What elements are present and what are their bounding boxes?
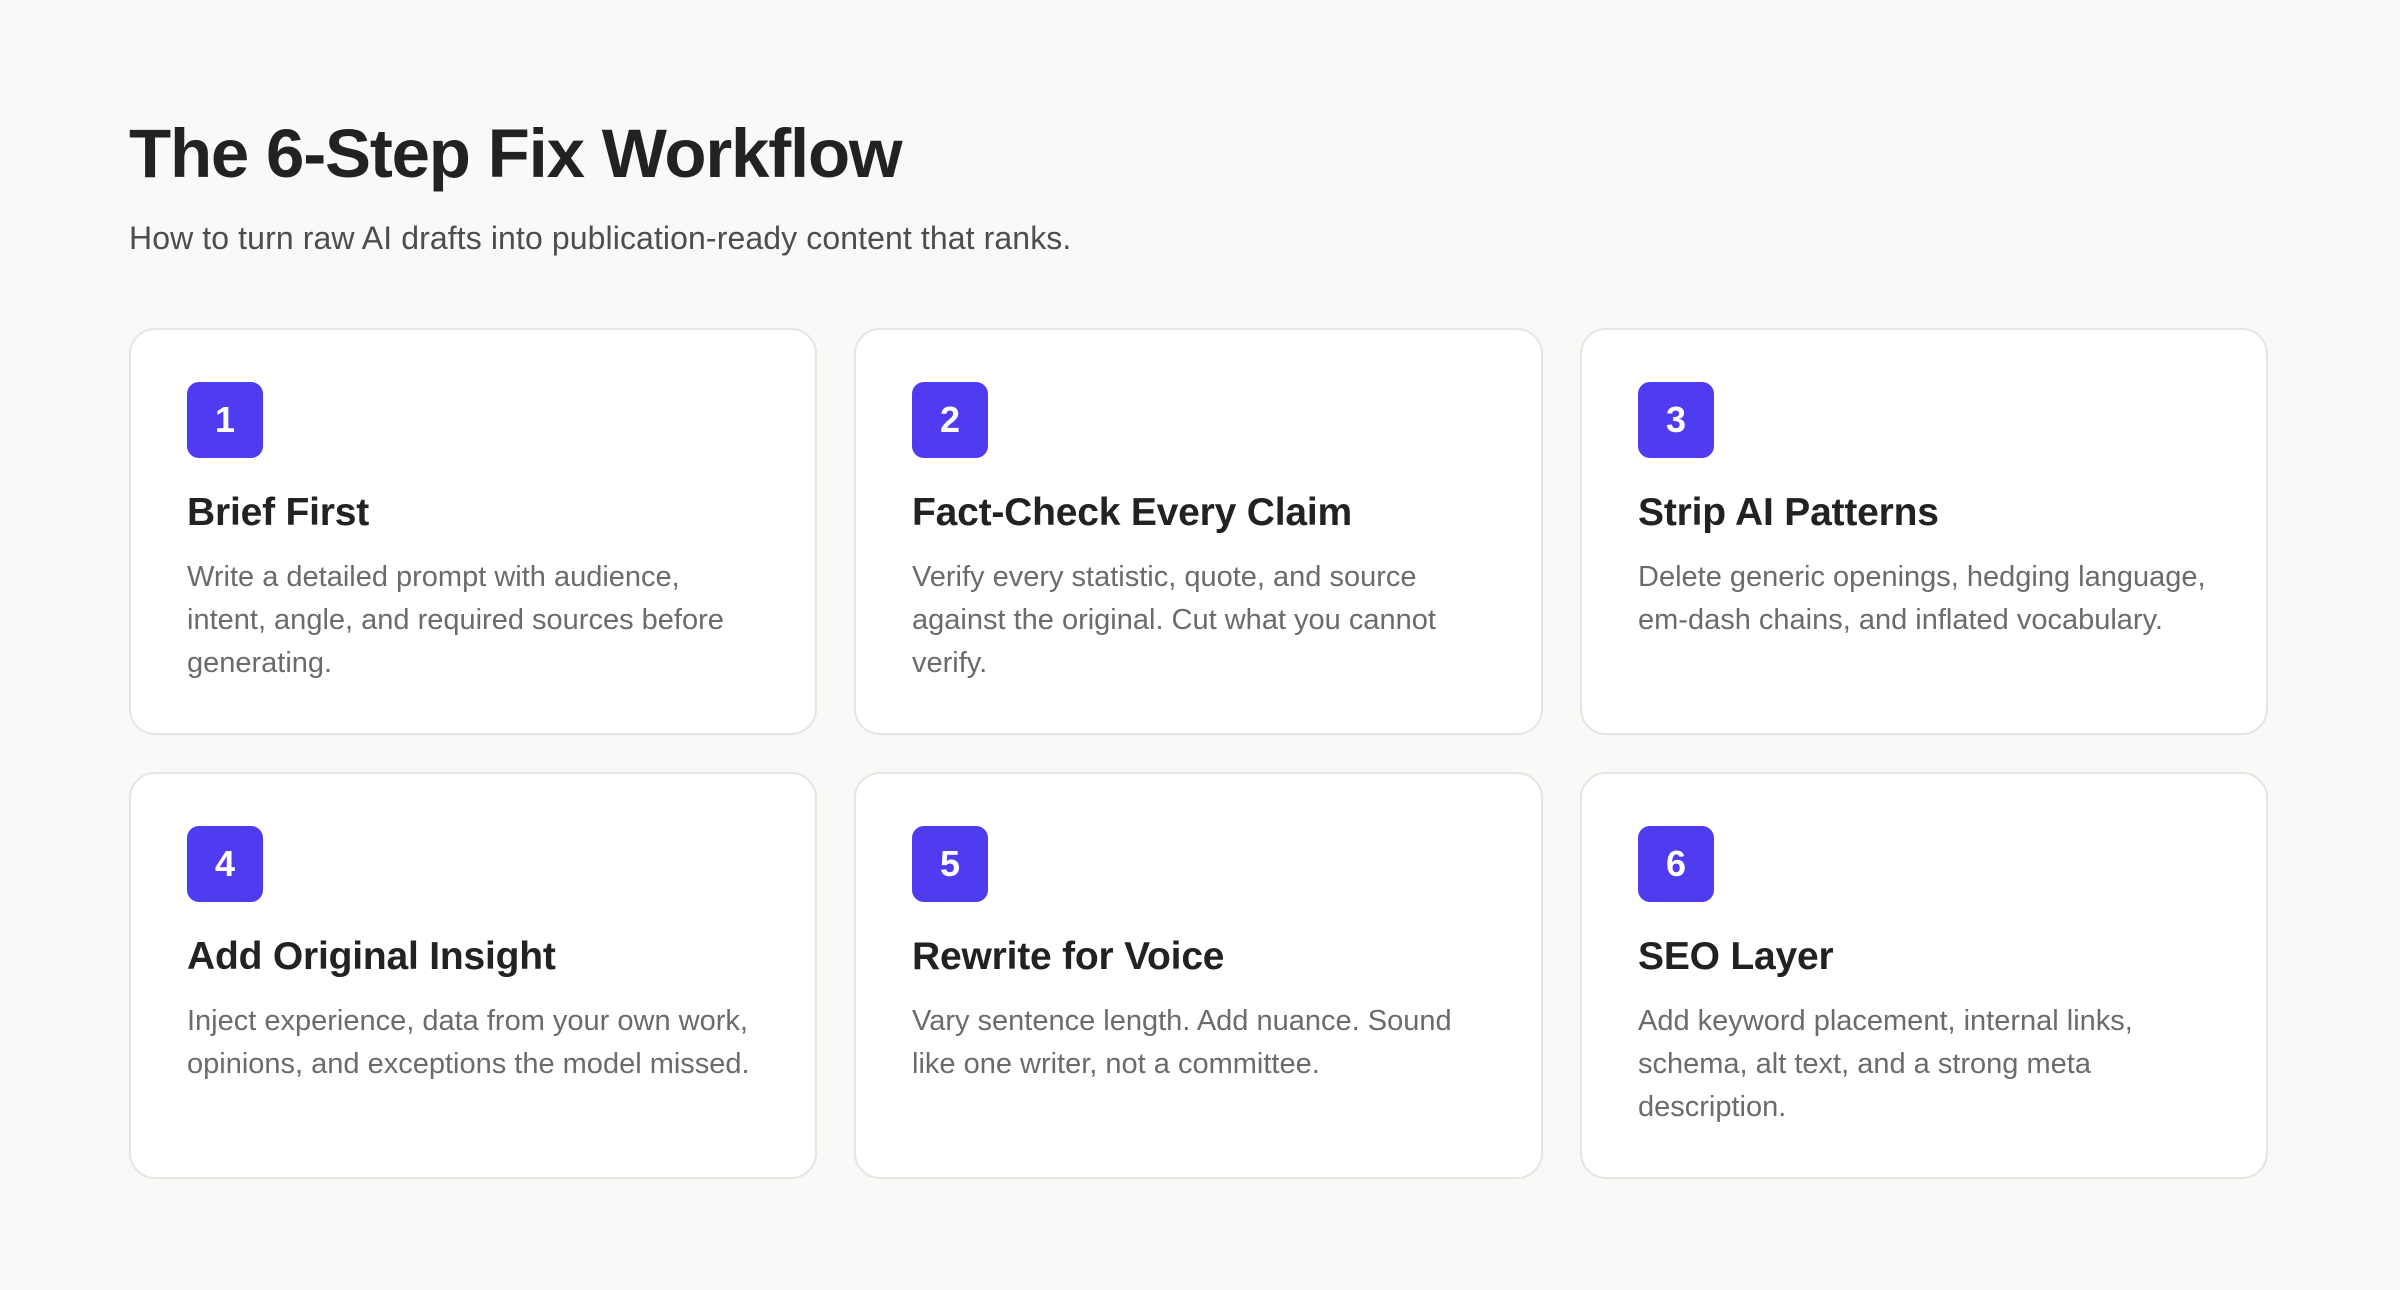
step-description: Write a detailed prompt with audience, i… bbox=[187, 561, 724, 679]
step-title: SEO Layer bbox=[1638, 935, 1834, 978]
step-card-2: 2 Fact-Check Every Claim Verify every st… bbox=[854, 328, 1543, 735]
step-title: Fact-Check Every Claim bbox=[912, 491, 1352, 534]
step-number-badge: 4 bbox=[187, 826, 263, 902]
step-title: Brief First bbox=[187, 491, 370, 534]
step-description: Inject experience, data from your own wo… bbox=[187, 1005, 750, 1080]
step-card-3: 3 Strip AI Patterns Delete generic openi… bbox=[1580, 328, 2268, 735]
step-number-badge: 6 bbox=[1638, 826, 1714, 902]
step-number-badge: 5 bbox=[912, 826, 988, 902]
step-title: Add Original Insight bbox=[187, 935, 556, 978]
step-title: Rewrite for Voice bbox=[912, 935, 1225, 978]
workflow-page: The 6-Step Fix Workflow How to turn raw … bbox=[0, 0, 2400, 1290]
steps-grid: 1 Brief First Write a detailed prompt wi… bbox=[129, 328, 2268, 1179]
step-description: Verify every statistic, quote, and sourc… bbox=[912, 561, 1436, 679]
step-number-badge: 3 bbox=[1638, 382, 1714, 458]
page-title: The 6-Step Fix Workflow bbox=[129, 115, 903, 192]
step-card-6: 6 SEO Layer Add keyword placement, inter… bbox=[1580, 772, 2268, 1179]
step-description: Vary sentence length. Add nuance. Sound … bbox=[912, 1005, 1452, 1080]
page-subtitle: How to turn raw AI drafts into publicati… bbox=[129, 220, 1072, 256]
step-card-1: 1 Brief First Write a detailed prompt wi… bbox=[129, 328, 817, 735]
step-description: Delete generic openings, hedging languag… bbox=[1638, 561, 2206, 636]
step-description: Add keyword placement, internal links, s… bbox=[1638, 1005, 2133, 1123]
step-number-badge: 1 bbox=[187, 382, 263, 458]
step-number-badge: 2 bbox=[912, 382, 988, 458]
step-title: Strip AI Patterns bbox=[1638, 491, 1939, 534]
step-card-5: 5 Rewrite for Voice Vary sentence length… bbox=[854, 772, 1543, 1179]
step-card-4: 4 Add Original Insight Inject experience… bbox=[129, 772, 817, 1179]
